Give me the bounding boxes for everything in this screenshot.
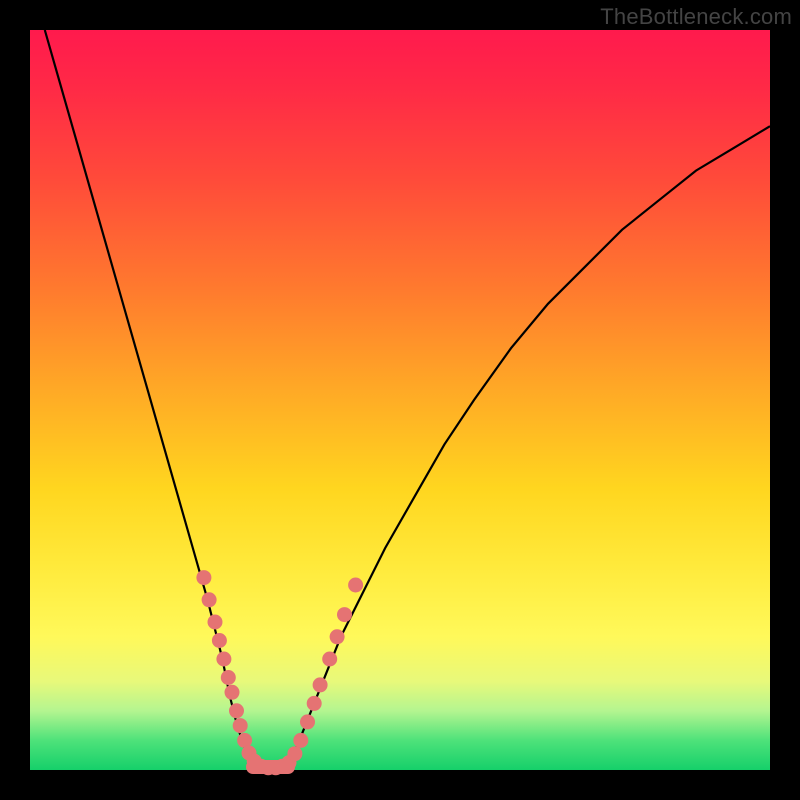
scatter-dot: [348, 578, 363, 593]
scatter-dot: [212, 633, 227, 648]
attribution-text: TheBottleneck.com: [600, 4, 792, 30]
scatter-points: [196, 570, 363, 775]
scatter-dot: [229, 703, 244, 718]
scatter-dot: [225, 685, 240, 700]
chart-svg: [30, 30, 770, 770]
scatter-dot: [287, 746, 302, 761]
scatter-dot: [202, 592, 217, 607]
scatter-dot: [300, 714, 315, 729]
scatter-dot: [293, 733, 308, 748]
scatter-dot: [208, 615, 223, 630]
valley-floor-blob: [246, 760, 295, 774]
valley-floor-points: [246, 760, 295, 774]
scatter-dot: [313, 677, 328, 692]
scatter-dot: [330, 629, 345, 644]
scatter-dot: [337, 607, 352, 622]
curve-right: [289, 126, 770, 770]
outer-frame: TheBottleneck.com: [0, 0, 800, 800]
scatter-dot: [196, 570, 211, 585]
scatter-dot: [216, 652, 231, 667]
scatter-dot: [307, 696, 322, 711]
scatter-dot: [322, 652, 337, 667]
scatter-dot: [233, 718, 248, 733]
scatter-dot: [221, 670, 236, 685]
plot-area: [30, 30, 770, 770]
